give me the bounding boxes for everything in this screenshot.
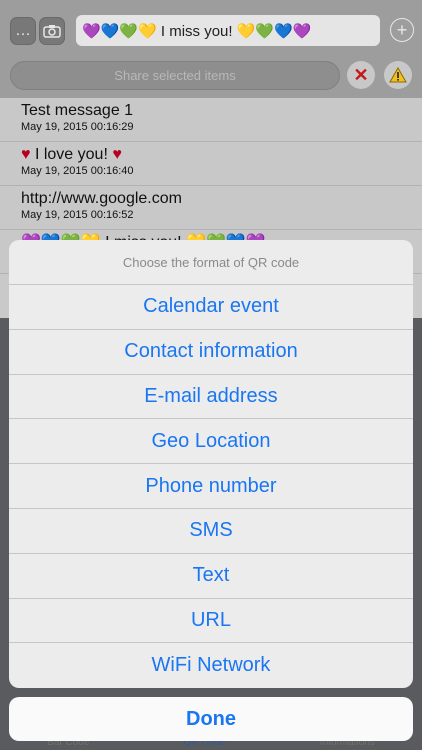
message-title: http://www.google.com [21, 190, 182, 207]
option-geo-location[interactable]: Geo Location [9, 419, 413, 465]
option-phone-number[interactable]: Phone number [9, 464, 413, 509]
message-title: Test message 1 [21, 102, 134, 119]
share-selected-button[interactable]: Share selected items [10, 61, 340, 90]
heart-icon: ♥ [21, 146, 31, 163]
option-email-address[interactable]: E-mail address [9, 375, 413, 420]
qr-format-action-sheet: Choose the format of QR code Calendar ev… [9, 240, 413, 688]
option-calendar-event[interactable]: Calendar event [9, 285, 413, 330]
list-item[interactable]: http://www.google.com May 19, 2015 00:16… [0, 186, 422, 230]
ellipsis-icon: … [15, 22, 31, 39]
option-contact-information[interactable]: Contact information [9, 330, 413, 375]
camera-button[interactable] [39, 17, 65, 45]
option-wifi-network[interactable]: WiFi Network [9, 643, 413, 688]
message-date: May 19, 2015 00:16:40 [21, 165, 134, 177]
message-title: I love you! [34, 146, 108, 163]
more-button[interactable]: … [10, 17, 36, 45]
message-input[interactable]: 💜💙💚💛 I miss you! 💛💚💙💜 [76, 15, 380, 46]
done-button[interactable]: Done [9, 697, 413, 741]
list-item[interactable]: ♥ I love you! ♥ May 19, 2015 00:16:40 [0, 142, 422, 186]
option-url[interactable]: URL [9, 599, 413, 644]
close-icon: ✕ [353, 64, 369, 85]
sheet-title: Choose the format of QR code [9, 240, 413, 285]
camera-icon [43, 25, 61, 38]
delete-button[interactable]: ✕ [347, 61, 375, 89]
option-text[interactable]: Text [9, 554, 413, 599]
heart-icon: ♥ [112, 146, 122, 163]
message-date: May 19, 2015 00:16:29 [21, 121, 134, 133]
toolbar: … 💜💙💚💛 I miss you! 💛💚💙💜 + Share selected… [0, 0, 422, 98]
message-date: May 19, 2015 00:16:52 [21, 209, 134, 221]
list-item[interactable]: Test message 1 May 19, 2015 00:16:29 [0, 98, 422, 142]
warning-icon [389, 67, 407, 83]
option-sms[interactable]: SMS [9, 509, 413, 554]
warning-button[interactable] [384, 61, 412, 89]
add-icon[interactable]: + [390, 18, 414, 42]
